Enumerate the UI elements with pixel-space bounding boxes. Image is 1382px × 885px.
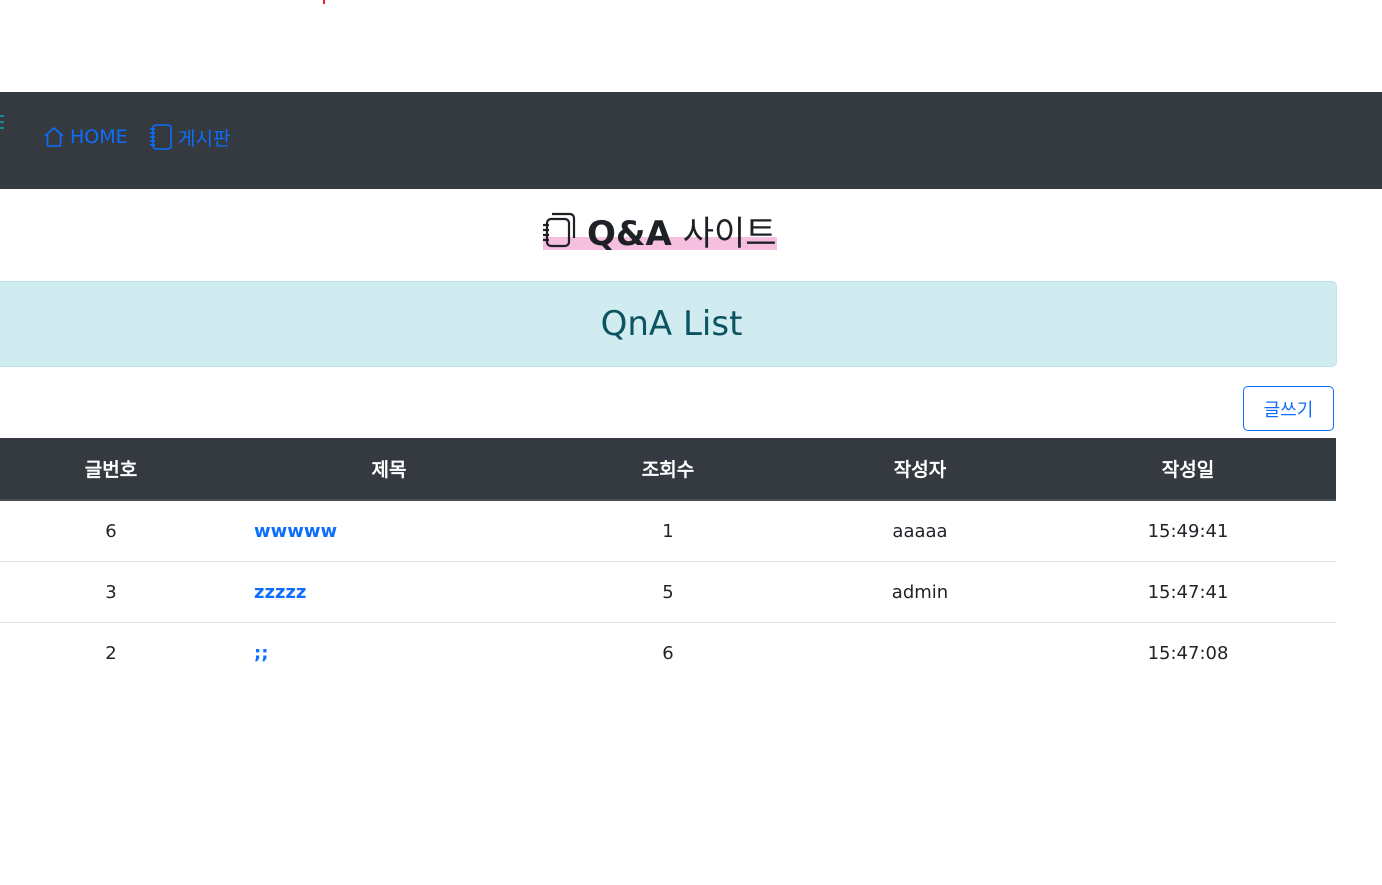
header-no: 글번호 bbox=[0, 438, 242, 501]
table-row: 2 ;; 6 15:47:08 bbox=[0, 623, 1336, 684]
row-views: 5 bbox=[536, 561, 800, 623]
row-title-link[interactable]: wwwww bbox=[254, 521, 337, 542]
row-no: 2 bbox=[105, 642, 117, 664]
header-date: 작성일 bbox=[1040, 438, 1336, 501]
table-row: 3 zzzzz 5 admin 15:47:41 bbox=[0, 561, 1336, 623]
top-blank-area bbox=[0, 0, 1382, 92]
house-icon bbox=[42, 125, 66, 149]
nav-link-home[interactable]: HOME bbox=[42, 122, 128, 152]
row-author: aaaaa bbox=[800, 500, 1040, 562]
navbar-toggler-icon[interactable] bbox=[0, 113, 6, 133]
row-views: 1 bbox=[536, 500, 800, 562]
qna-list-heading: QnA List bbox=[600, 304, 743, 344]
row-no: 3 bbox=[0, 561, 242, 623]
row-title-cell: wwwww bbox=[242, 500, 536, 562]
row-title-link[interactable]: ;; bbox=[254, 643, 268, 664]
header-author: 작성자 bbox=[800, 438, 1040, 501]
row-title-cell: zzzzz bbox=[242, 561, 536, 623]
row-date: 15:49:41 bbox=[1040, 500, 1336, 562]
row-title-link[interactable]: zzzzz bbox=[254, 582, 306, 603]
row-views: 6 bbox=[662, 642, 674, 664]
site-title: Q&A 사이트 bbox=[541, 205, 777, 255]
qna-table: 글번호 제목 조회수 작성자 작성일 6 wwwww 1 aaaaa 15:49… bbox=[0, 438, 1336, 683]
table-header-row: 글번호 제목 조회수 작성자 작성일 bbox=[0, 438, 1336, 501]
row-date: 15:47:08 bbox=[1147, 642, 1229, 664]
site-title-text: Q&A 사이트 bbox=[587, 206, 777, 255]
row-date: 15:47:41 bbox=[1040, 561, 1336, 623]
journals-icon bbox=[541, 211, 577, 253]
site-title-bold: Q&A bbox=[587, 213, 672, 254]
qna-list-banner: QnA List bbox=[0, 281, 1337, 367]
site-title-rest: 사이트 bbox=[682, 213, 777, 254]
write-button[interactable]: 글쓰기 bbox=[1243, 386, 1334, 431]
row-title-cell: ;; bbox=[242, 623, 536, 684]
nav-link-home-label: HOME bbox=[70, 126, 128, 148]
row-author bbox=[800, 623, 1040, 684]
header-title: 제목 bbox=[242, 438, 536, 501]
table-row: 6 wwwww 1 aaaaa 15:49:41 bbox=[0, 500, 1336, 562]
journal-icon bbox=[148, 123, 174, 151]
red-mark bbox=[323, 0, 325, 4]
header-views: 조회수 bbox=[536, 438, 800, 501]
row-author: admin bbox=[800, 561, 1040, 623]
nav-link-board-label: 게시판 bbox=[178, 127, 231, 150]
row-no: 6 bbox=[0, 500, 242, 562]
nav-link-board[interactable]: 게시판 bbox=[148, 122, 230, 152]
